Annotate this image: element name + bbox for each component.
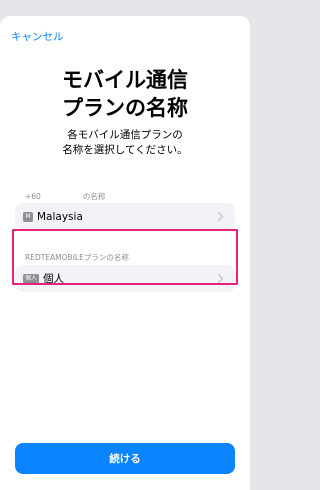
- page-subtitle: 各モバイル通信プランの 名称を選択してください。: [0, 128, 250, 158]
- line-1-plan-row[interactable]: M Malaysia: [15, 203, 235, 230]
- page-subtitle-line-2: 名称を選択してください。: [62, 144, 188, 156]
- page-title-line-1: モバイル通信: [62, 68, 188, 92]
- continue-button[interactable]: 続ける: [15, 443, 235, 474]
- page-subtitle-line-1: 各モバイル通信プランの: [67, 129, 183, 141]
- line-1-plan-value: Malaysia: [37, 210, 83, 223]
- sim-badge-icon: M: [23, 211, 33, 222]
- line-1-number: +60: [25, 192, 41, 201]
- page-title-line-2: プランの名称: [62, 96, 188, 120]
- line-1-label-suffix: の名称: [82, 192, 106, 201]
- line-1-label: +60 の名称: [25, 191, 105, 202]
- highlight-box: [12, 229, 238, 285]
- page-title: モバイル通信 プランの名称: [0, 66, 250, 122]
- cancel-button[interactable]: キャンセル: [11, 29, 64, 44]
- chevron-right-icon: [217, 211, 224, 222]
